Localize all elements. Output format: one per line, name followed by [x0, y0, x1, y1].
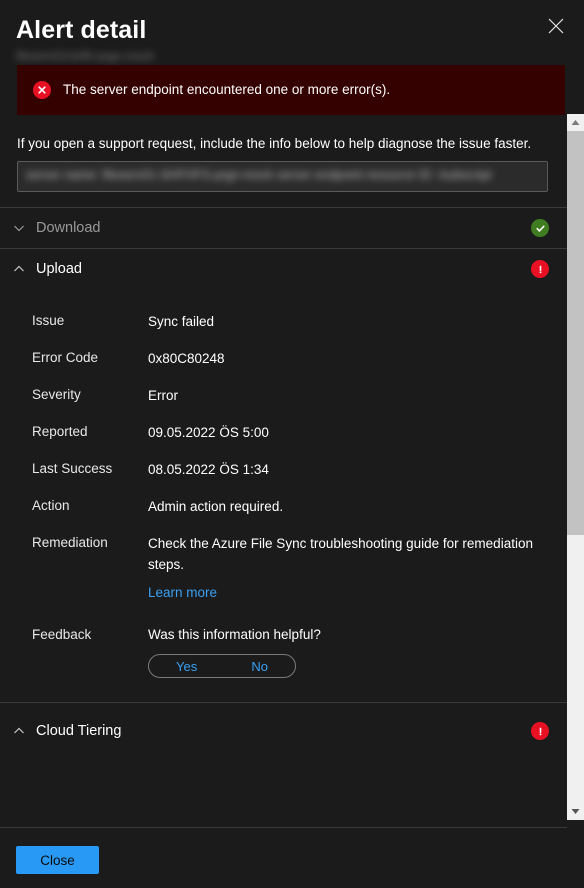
chevron-down-icon — [10, 219, 28, 237]
row-label: Feedback — [32, 627, 92, 642]
row-label: Issue — [32, 313, 65, 328]
support-request-text: If you open a support request, include t… — [17, 136, 532, 151]
page-title: Alert detail — [16, 16, 147, 44]
feedback-row: Feedback Was this information helpful? Y… — [0, 611, 567, 686]
error-circle-icon — [33, 81, 51, 99]
close-icon[interactable] — [540, 10, 572, 42]
row-label: Severity — [32, 387, 81, 402]
row-label: Action — [32, 498, 70, 513]
table-row: Issue Sync failed — [0, 303, 567, 340]
section-label-cloud-tiering: Cloud Tiering — [36, 723, 122, 739]
table-row: Error Code 0x80C80248 — [0, 340, 567, 377]
row-value: 08.05.2022 ÖS 1:34 — [148, 462, 269, 477]
row-value: Admin action required. — [148, 499, 284, 514]
row-value: 0x80C80248 — [148, 351, 225, 366]
row-value: Error — [148, 388, 178, 403]
table-row: Severity Error — [0, 377, 567, 414]
upload-detail-rows: Issue Sync failed Error Code 0x80C80248 … — [0, 289, 567, 702]
success-circle-icon — [531, 219, 549, 237]
section-label-upload: Upload — [36, 261, 82, 277]
remediation-row: Remediation Check the Azure File Sync tr… — [0, 525, 567, 611]
learn-more-link[interactable]: Learn more — [148, 582, 217, 603]
sidebar-item-upload[interactable]: Upload — [0, 249, 567, 289]
feedback-yes-button[interactable]: Yes — [176, 656, 197, 677]
scroll-down-arrow-icon[interactable] — [567, 803, 584, 820]
panel-subtitle: fileserv01\shfh-prgn-mock — [16, 49, 155, 63]
table-row: Action Admin action required. — [0, 488, 567, 525]
error-circle-icon — [531, 260, 549, 278]
sidebar-item-cloud-tiering[interactable]: Cloud Tiering — [0, 703, 567, 759]
sections-scroll-area: Download Upload Issue Sync failed Error … — [0, 207, 567, 827]
diagnostic-info-value: server name: fileserv01-SHFHFS-prgn-mock… — [26, 168, 492, 182]
table-row: Last Success 08.05.2022 ÖS 1:34 — [0, 451, 567, 488]
row-value: 09.05.2022 ÖS 5:00 — [148, 425, 269, 440]
error-circle-icon — [531, 722, 549, 740]
chevron-up-icon — [10, 722, 28, 740]
panel-footer: Close — [0, 828, 584, 888]
error-banner: The server endpoint encountered one or m… — [17, 65, 565, 115]
alert-detail-panel: Alert detail fileserv01\shfh-prgn-mock T… — [0, 0, 584, 888]
row-label: Last Success — [32, 461, 113, 476]
row-label: Remediation — [32, 535, 108, 550]
row-value: Sync failed — [148, 314, 215, 329]
feedback-question: Was this information helpful? — [148, 627, 321, 642]
scroll-up-arrow-icon[interactable] — [567, 114, 584, 131]
error-banner-message: The server endpoint encountered one or m… — [63, 82, 391, 97]
panel-header: Alert detail fileserv01\shfh-prgn-mock — [0, 0, 584, 64]
feedback-buttons: Yes No — [148, 654, 296, 678]
close-button[interactable]: Close — [16, 846, 99, 874]
diagnostic-info-input[interactable]: server name: fileserv01-SHFHFS-prgn-mock… — [17, 161, 548, 192]
row-label: Reported — [32, 424, 88, 439]
remediation-text: Check the Azure File Sync troubleshootin… — [148, 536, 533, 572]
row-label: Error Code — [32, 350, 99, 365]
chevron-up-icon — [10, 260, 28, 278]
sidebar-item-download[interactable]: Download — [0, 208, 567, 248]
table-row: Reported 09.05.2022 ÖS 5:00 — [0, 414, 567, 451]
section-label-download: Download — [36, 220, 101, 236]
scrollbar-thumb[interactable] — [567, 131, 584, 535]
feedback-no-button[interactable]: No — [251, 656, 268, 677]
scrollbar[interactable] — [567, 114, 584, 820]
